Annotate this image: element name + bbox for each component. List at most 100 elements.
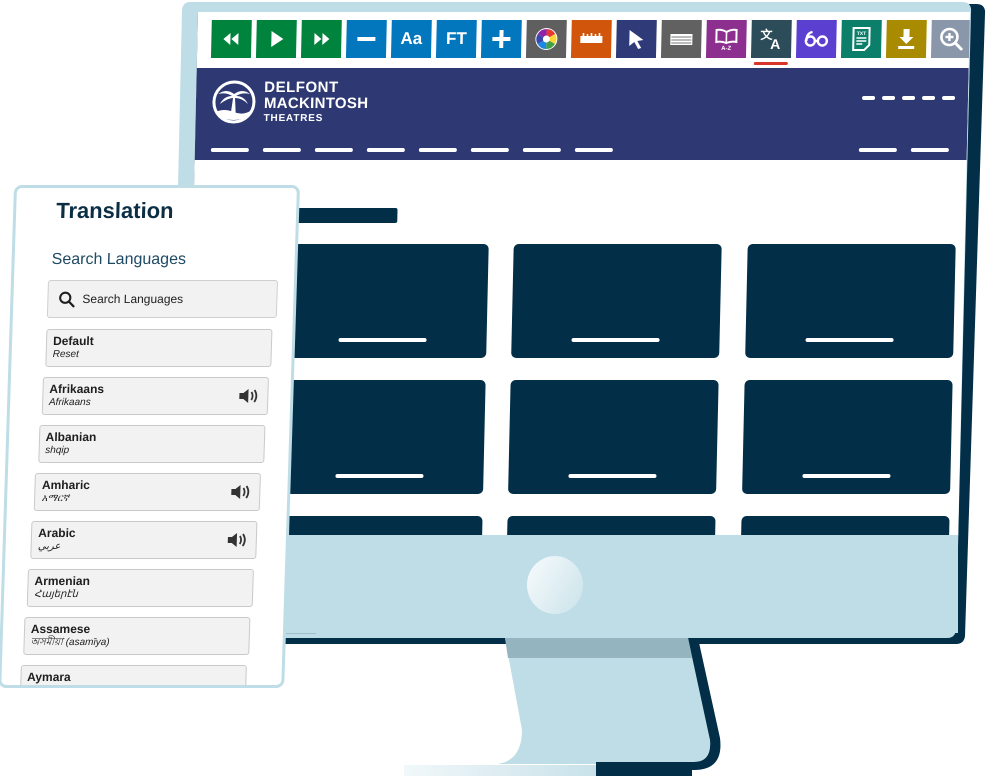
fast-forward-icon bbox=[308, 26, 335, 52]
play-button[interactable] bbox=[255, 20, 297, 58]
search-placeholder: Search Languages bbox=[82, 292, 184, 306]
card-title-placeholder bbox=[568, 474, 657, 478]
language-option-amharic[interactable]: Amharic አማርኛ bbox=[34, 473, 262, 511]
cursor-button[interactable] bbox=[615, 20, 657, 58]
language-option-albanian[interactable]: Albanian shqip bbox=[37, 425, 266, 463]
language-option-aymara[interactable]: Aymara bbox=[19, 665, 247, 688]
card-title-placeholder bbox=[805, 338, 894, 342]
speaker-icon[interactable] bbox=[237, 387, 260, 405]
monitor-screen: Aa FT A-Z 文 A TXT DELFONT MACKINTOSH THEATRES bbox=[186, 12, 971, 536]
content-card[interactable] bbox=[271, 516, 483, 536]
card-title-placeholder bbox=[802, 474, 891, 478]
content-card[interactable] bbox=[504, 516, 716, 536]
rewind-icon bbox=[218, 26, 245, 52]
translate-button[interactable]: 文A bbox=[750, 20, 792, 58]
search-icon bbox=[59, 291, 75, 307]
font-size-button[interactable]: Aa bbox=[390, 20, 432, 58]
language-name: Arabic bbox=[38, 526, 76, 540]
content-card[interactable] bbox=[508, 380, 719, 494]
plus-icon bbox=[488, 26, 515, 52]
account-link-placeholder[interactable] bbox=[910, 148, 949, 152]
svg-text:TXT: TXT bbox=[857, 31, 867, 37]
language-option-afrikaans[interactable]: Afrikaans Afrikaans bbox=[41, 377, 269, 415]
language-native-name: অসমীয়া (asamīya) bbox=[30, 637, 110, 648]
language-search-input[interactable]: Search Languages bbox=[46, 280, 279, 318]
logo-line-1: DELFONT bbox=[264, 79, 339, 96]
search-languages-label: Search Languages bbox=[51, 251, 187, 268]
nav-link-placeholder[interactable] bbox=[262, 148, 301, 152]
download-button[interactable] bbox=[885, 20, 927, 58]
language-name: Armenian bbox=[34, 574, 91, 588]
screen-mask-button[interactable] bbox=[660, 20, 702, 58]
nav-link-placeholder[interactable] bbox=[470, 148, 509, 152]
font-type-label: FT bbox=[445, 29, 468, 48]
language-name: Aymara bbox=[26, 670, 71, 684]
language-option-default[interactable]: Default Reset bbox=[45, 329, 273, 367]
magnifier-button[interactable] bbox=[930, 20, 971, 58]
nav-link-placeholder[interactable] bbox=[210, 148, 249, 152]
rewind-button[interactable] bbox=[210, 20, 252, 58]
decrease-text-button[interactable] bbox=[345, 20, 387, 58]
accessibility-toolbar: Aa FT A-Z 文 A TXT bbox=[210, 20, 971, 60]
download-icon bbox=[893, 26, 920, 52]
account-link-placeholder[interactable] bbox=[858, 148, 897, 152]
logo-line-3: THEATRES bbox=[263, 113, 324, 124]
nav-link-placeholder[interactable] bbox=[418, 148, 457, 152]
translation-panel: Translation Search Languages Search Lang… bbox=[0, 185, 300, 688]
language-name: Afrikaans bbox=[49, 382, 105, 396]
glasses-icon bbox=[803, 26, 830, 52]
cursor-icon bbox=[623, 26, 650, 52]
utility-link-placeholder[interactable] bbox=[862, 96, 876, 100]
content-card[interactable] bbox=[278, 244, 489, 358]
language-native-name: عربي bbox=[37, 541, 61, 552]
reading-glasses-button[interactable] bbox=[795, 20, 837, 58]
color-wheel-icon bbox=[533, 26, 560, 52]
fast-forward-button[interactable] bbox=[300, 20, 342, 58]
card-title-placeholder bbox=[335, 474, 424, 478]
stage: Aa FT A-Z 文 A TXT DELFONT MACKINTOSH THEATRES bbox=[0, 0, 1000, 779]
txt-file-icon: TXT bbox=[848, 26, 875, 52]
nav-link-placeholder[interactable] bbox=[574, 148, 613, 152]
screen-mask-icon bbox=[668, 26, 695, 52]
site-header: DELFONT MACKINTOSH THEATRES bbox=[194, 68, 969, 160]
language-name: Assamese bbox=[30, 622, 91, 636]
language-native-name: አማርኛ bbox=[41, 493, 70, 504]
color-wheel-button[interactable] bbox=[525, 20, 567, 58]
speaker-icon[interactable] bbox=[226, 531, 249, 549]
content-card[interactable] bbox=[511, 244, 722, 358]
language-native-name: Afrikaans bbox=[48, 397, 91, 408]
language-option-assamese[interactable]: Assamese অসমীয়া (asamīya) bbox=[23, 617, 251, 655]
site-logo[interactable]: DELFONT MACKINTOSH THEATRES bbox=[211, 79, 369, 124]
text-file-button[interactable]: TXT bbox=[840, 20, 882, 58]
speaker-icon[interactable] bbox=[229, 483, 252, 501]
language-option-armenian[interactable]: Armenian Հայերէն bbox=[26, 569, 254, 607]
utility-link-placeholder[interactable] bbox=[922, 96, 936, 100]
nav-link-placeholder[interactable] bbox=[314, 148, 353, 152]
language-native-name: Հայերէն bbox=[33, 589, 79, 600]
svg-text:A: A bbox=[770, 36, 780, 52]
content-card[interactable] bbox=[738, 516, 950, 536]
content-card[interactable] bbox=[742, 380, 953, 494]
translate-icon: 文A bbox=[758, 26, 785, 52]
nav-link-placeholder[interactable] bbox=[366, 148, 405, 152]
language-name: Albanian bbox=[45, 430, 97, 444]
nav-link-placeholder[interactable] bbox=[522, 148, 561, 152]
ruler-button[interactable] bbox=[570, 20, 612, 58]
content-card[interactable] bbox=[745, 244, 956, 358]
zoom-in-icon bbox=[938, 26, 965, 52]
dictionary-button[interactable]: A-Z bbox=[705, 20, 747, 58]
logo-line-2: MACKINTOSH bbox=[263, 95, 369, 112]
content-card[interactable] bbox=[275, 380, 486, 494]
page-heading-placeholder bbox=[289, 208, 398, 223]
language-name: Default bbox=[52, 334, 94, 348]
utility-link-placeholder[interactable] bbox=[942, 96, 956, 100]
language-native-name: shqip bbox=[45, 445, 70, 456]
minus-icon bbox=[353, 26, 380, 52]
language-native-name: Reset bbox=[52, 349, 79, 360]
language-option-arabic[interactable]: Arabic عربي bbox=[30, 521, 258, 559]
utility-link-placeholder[interactable] bbox=[882, 96, 896, 100]
increase-text-button[interactable] bbox=[480, 20, 522, 58]
font-type-button[interactable]: FT bbox=[435, 20, 477, 58]
utility-link-placeholder[interactable] bbox=[902, 96, 916, 100]
monitor-logo-dot bbox=[527, 556, 583, 614]
